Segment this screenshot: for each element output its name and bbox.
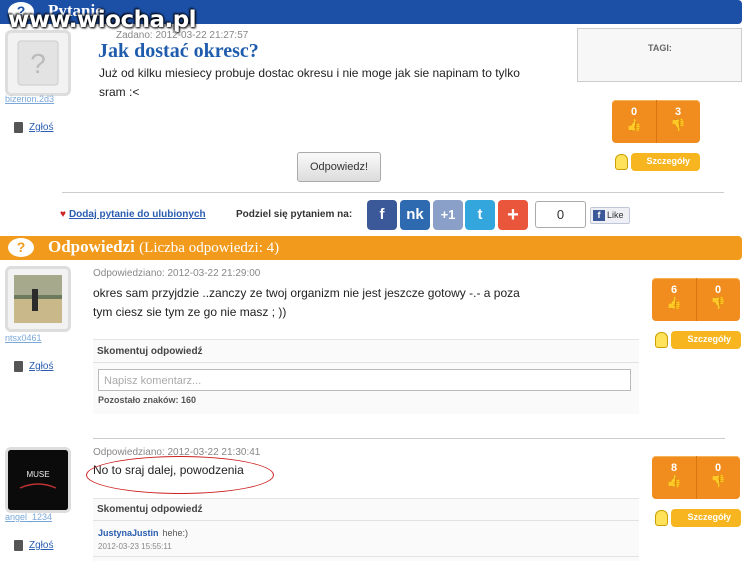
page-title: Jak dostać okresc? — [98, 40, 259, 62]
thumbs-up-icon: 👍 — [626, 118, 642, 132]
vote-up-count: 8 — [670, 462, 678, 474]
share-label: Podziel się pytaniem na: — [236, 209, 353, 220]
question-body-line: sram :< — [99, 85, 140, 99]
lightbulb-icon — [655, 332, 668, 348]
tags-box: TAGI: — [577, 28, 742, 82]
answer-date: Odpowiedziano: 2012-03-22 21:29:00 — [93, 268, 261, 279]
details-button[interactable]: Szczegóły — [671, 331, 741, 349]
answer-avatar-photo: MUSE — [8, 450, 68, 510]
vote-down-count: 0 — [714, 284, 722, 296]
comment-input[interactable]: Napisz komentarz... — [98, 369, 631, 391]
avatar[interactable] — [5, 266, 71, 332]
share-count: 0 — [535, 201, 586, 228]
answer-body: okres sam przyjdzie ..zanczy ze twoj org… — [93, 284, 520, 322]
trash-icon — [14, 361, 23, 372]
avatar[interactable]: MUSE — [5, 447, 71, 513]
comment-date: 2012-03-23 15:55:11 — [98, 542, 172, 551]
twitter-share-button[interactable]: t — [465, 200, 495, 230]
add-share-button[interactable]: + — [498, 200, 528, 230]
google-plus-icon: +1 — [440, 207, 456, 222]
svg-text:?: ? — [30, 48, 46, 79]
details-label: Szczegóły — [687, 334, 731, 344]
default-avatar-icon: ? — [17, 40, 59, 86]
vote-down-count: 0 — [714, 462, 722, 474]
divider — [93, 362, 639, 363]
answer-vote-widget: 8 👍 0 👎 — [652, 456, 740, 499]
vote-up-button[interactable]: 8 👍 — [652, 456, 697, 499]
twitter-icon: t — [477, 206, 483, 223]
tags-label: TAGI: — [648, 43, 672, 53]
nk-icon: nk — [406, 206, 424, 223]
answer-author-link[interactable]: ntsx0461 — [5, 333, 42, 343]
thumbs-down-icon: 👎 — [710, 474, 726, 488]
favorites-label: Dodaj pytanie do ulubionych — [68, 209, 206, 220]
question-author-link[interactable]: bizerion.2d3 — [5, 94, 54, 104]
lightbulb-icon — [615, 154, 628, 170]
lightbulb-icon — [655, 510, 668, 526]
divider — [62, 192, 724, 193]
vote-up-count: 6 — [670, 284, 678, 296]
facebook-small-icon: f — [593, 210, 605, 221]
avatar-text: MUSE — [26, 470, 49, 479]
answer-body-line: okres sam przyjdzie ..zanczy ze twoj org… — [93, 286, 520, 300]
question-body: Już od kilku miesiecy probuje dostac okr… — [99, 64, 520, 102]
trash-icon — [14, 122, 23, 133]
answer-vote-widget: 6 👍 0 👎 — [652, 278, 740, 321]
facebook-icon: f — [379, 206, 385, 223]
thumbs-up-icon: 👍 — [666, 474, 682, 488]
thumbs-down-icon: 👎 — [710, 296, 726, 310]
comment-item: JustynaJustin hehe:) — [98, 528, 188, 538]
answer-body-line: tym ciesz sie tym ze go nie masz ; )) — [93, 305, 287, 319]
answers-header-bar: ? Odpowiedzi (Liczba odpowiedzi: 4) — [0, 236, 742, 260]
divider — [93, 520, 639, 521]
vote-down-count: 3 — [674, 106, 682, 118]
answers-title: Odpowiedzi — [48, 237, 135, 256]
comment-heading: Skomentuj odpowiedź — [97, 504, 203, 515]
details-button[interactable]: Szczegóły — [631, 153, 700, 171]
report-label: Zgłoś — [29, 361, 54, 373]
divider — [93, 438, 725, 439]
remaining-characters: Pozostało znaków: 160 — [98, 395, 197, 405]
report-answer-link[interactable]: Zgłoś — [14, 540, 53, 551]
vote-down-button[interactable]: 0 👎 — [696, 456, 740, 499]
report-question-link[interactable]: Zgłoś — [14, 122, 53, 133]
answers-count: (Liczba odpowiedzi: 4) — [139, 240, 280, 256]
trash-icon — [14, 540, 23, 551]
thumbs-down-icon: 👎 — [670, 118, 686, 132]
add-to-favorites-link[interactable]: ♥ Dodaj pytanie do ulubionych — [60, 209, 206, 220]
heart-icon: ♥ — [60, 209, 66, 220]
red-circle-annotation — [86, 456, 274, 494]
comment-author-link[interactable]: JustynaJustin — [98, 528, 159, 538]
vote-down-button[interactable]: 3 👎 — [656, 100, 700, 143]
like-label: Like — [607, 210, 624, 220]
question-vote-widget: 0 👍 3 👎 — [612, 100, 700, 143]
avatar[interactable]: ? — [5, 30, 71, 96]
report-answer-link[interactable]: Zgłoś — [14, 361, 53, 372]
answers-header-title: Odpowiedzi (Liczba odpowiedzi: 4) — [48, 237, 279, 257]
comment-heading: Skomentuj odpowiedź — [97, 346, 203, 357]
vote-up-count: 0 — [630, 106, 638, 118]
vote-up-button[interactable]: 6 👍 — [652, 278, 697, 321]
answer-button[interactable]: Odpowiedz! — [297, 152, 381, 182]
details-label: Szczegóły — [646, 156, 690, 166]
google-plus-share-button[interactable]: +1 — [433, 200, 463, 230]
answer-avatar-photo — [14, 275, 62, 323]
facebook-share-button[interactable]: f — [367, 200, 397, 230]
report-label: Zgłoś — [29, 122, 54, 134]
comment-text: hehe:) — [162, 528, 189, 538]
facebook-like-button[interactable]: f Like — [590, 207, 630, 224]
report-label: Zgłoś — [29, 540, 54, 552]
question-body-line: Już od kilku miesiecy probuje dostac okr… — [99, 66, 520, 80]
nk-share-button[interactable]: nk — [400, 200, 430, 230]
answer-author-link[interactable]: angel_1234 — [5, 512, 52, 522]
divider — [93, 556, 639, 557]
details-button[interactable]: Szczegóły — [671, 509, 741, 527]
vote-up-button[interactable]: 0 👍 — [612, 100, 657, 143]
add-share-icon: + — [507, 204, 519, 226]
question-mark-icon: ? — [8, 238, 34, 257]
vote-down-button[interactable]: 0 👎 — [696, 278, 740, 321]
details-label: Szczegóły — [687, 512, 731, 522]
thumbs-up-icon: 👍 — [666, 296, 682, 310]
